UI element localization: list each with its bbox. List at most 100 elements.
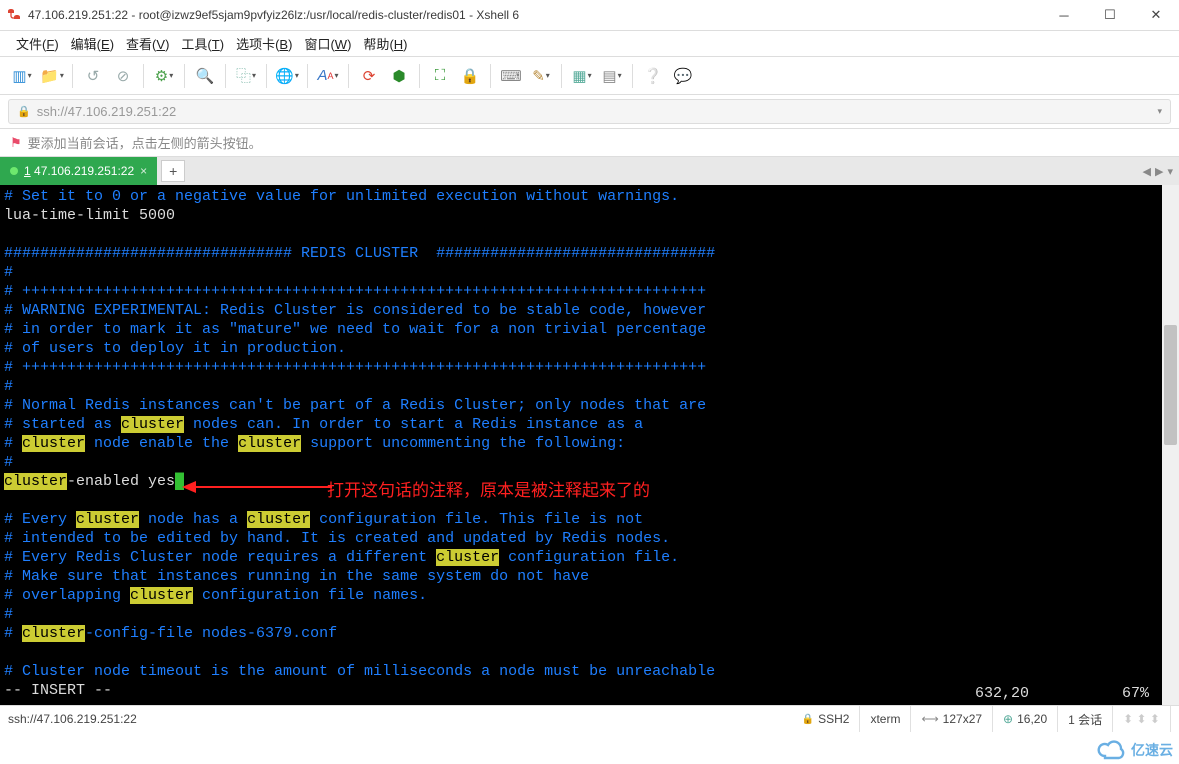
hl-cluster: cluster [121, 416, 184, 433]
tile-icon[interactable]: ▦▾ [568, 62, 596, 90]
highlight-icon[interactable]: ✎▾ [527, 62, 555, 90]
terminal-scrollbar[interactable] [1162, 185, 1179, 705]
separator [490, 64, 491, 88]
addressbar: 🔒 ssh://47.106.219.251:22 ▾ [0, 95, 1179, 129]
tab-number: 1 [24, 164, 31, 178]
profile-icon[interactable]: ⚙▾ [150, 62, 178, 90]
address-url: ssh://47.106.219.251:22 [37, 104, 177, 119]
tab-menu-icon[interactable]: ▾ [1167, 165, 1173, 178]
vim-status-pos: 632,20 [975, 684, 1029, 703]
tab-add-button[interactable]: + [161, 160, 185, 182]
copy-icon[interactable]: ⿻▾ [232, 62, 260, 90]
minimize-button[interactable]: ─ [1041, 0, 1087, 30]
separator [419, 64, 420, 88]
term-line: configuration file. This file is not [310, 511, 643, 528]
term-line: node enable the [85, 435, 238, 452]
session-tab-1[interactable]: 1 47.106.219.251:22 × [0, 157, 157, 185]
statusbar: ssh://47.106.219.251:22 🔒SSH2 xterm ⟷ 12… [0, 705, 1179, 732]
hl-cluster: cluster [130, 587, 193, 604]
status-proto: 🔒SSH2 [792, 706, 861, 732]
reconnect-icon[interactable]: ↺ [79, 62, 107, 90]
status-cursor: ⊕ 16,20 [993, 706, 1058, 732]
term-line: # ++++++++++++++++++++++++++++++++++++++… [4, 359, 706, 376]
window-title: 47.106.219.251:22 - root@izwz9ef5sjam9pv… [28, 8, 1041, 22]
term-line: configuration file names. [193, 587, 427, 604]
search-icon[interactable]: 🔍 [191, 62, 219, 90]
vim-status-pct: 67% [1122, 684, 1149, 703]
terminal-cursor: █ [175, 473, 184, 490]
term-line: # [4, 435, 22, 452]
address-field[interactable]: 🔒 ssh://47.106.219.251:22 ▾ [8, 99, 1171, 124]
font-icon[interactable]: AA▾ [314, 62, 342, 90]
term-line: # started as [4, 416, 121, 433]
menubar: 文件(F) 编辑(E) 查看(V) 工具(T) 选项卡(B) 窗口(W) 帮助(… [0, 31, 1179, 57]
term-line: # ++++++++++++++++++++++++++++++++++++++… [4, 283, 706, 300]
xshell-red-icon[interactable]: ⟳ [355, 62, 383, 90]
fullscreen-icon[interactable]: ⛶ [426, 62, 454, 90]
status-caps: ⬍ ⬍ ⬍ [1113, 706, 1171, 732]
menu-view[interactable]: 查看(V) [126, 34, 169, 53]
open-icon[interactable]: 📁▾ [38, 62, 66, 90]
titlebar: 47.106.219.251:22 - root@izwz9ef5sjam9pv… [0, 0, 1179, 31]
menu-tabs[interactable]: 选项卡(B) [236, 34, 292, 53]
layout-icon[interactable]: ▤▾ [598, 62, 626, 90]
term-line: lua-time-limit 5000 [4, 207, 175, 224]
new-session-icon[interactable]: ▥▾ [8, 62, 36, 90]
term-line: # [4, 264, 13, 281]
separator [143, 64, 144, 88]
tab-nav: ◀ ▶ ▾ [1143, 157, 1173, 185]
scrollbar-thumb[interactable] [1164, 325, 1177, 445]
hl-cluster: cluster [247, 511, 310, 528]
disconnect-icon[interactable]: ⊘ [109, 62, 137, 90]
xshell-green-icon[interactable]: ⬢ [385, 62, 413, 90]
hintbar: ⚑ 要添加当前会话，点击左侧的箭头按钮。 [0, 129, 1179, 157]
term-line: # [4, 454, 13, 471]
term-line: node has a [139, 511, 247, 528]
tab-status-icon [10, 167, 18, 175]
hl-cluster: cluster [76, 511, 139, 528]
menu-window[interactable]: 窗口(W) [304, 34, 351, 53]
term-line: # [4, 625, 22, 642]
watermark-text: 亿速云 [1131, 740, 1173, 760]
window-controls: ─ ☐ ✕ [1041, 0, 1179, 30]
hl-cluster: cluster [436, 549, 499, 566]
help-icon[interactable]: ❔ [639, 62, 667, 90]
hint-flag-icon: ⚑ [10, 135, 22, 151]
term-line: # intended to be edited by hand. It is c… [4, 530, 670, 547]
terminal-area: # Set it to 0 or a negative value for un… [0, 185, 1179, 705]
keyboard-icon[interactable]: ⌨ [497, 62, 525, 90]
hl-cluster: cluster [22, 435, 85, 452]
tab-prev-icon[interactable]: ◀ [1143, 165, 1151, 178]
tab-label: 47.106.219.251:22 [34, 164, 134, 178]
app-logo-icon [6, 7, 22, 23]
lock-icon: 🔒 [17, 105, 31, 118]
separator [632, 64, 633, 88]
menu-file[interactable]: 文件(F) [16, 34, 59, 53]
term-line: # Every Redis Cluster node requires a di… [4, 549, 436, 566]
tabbar: 1 47.106.219.251:22 × + ◀ ▶ ▾ [0, 157, 1179, 185]
term-line: # [4, 606, 13, 623]
tab-next-icon[interactable]: ▶ [1155, 165, 1163, 178]
status-term: xterm [860, 706, 911, 732]
term-line: # of users to deploy it in production. [4, 340, 346, 357]
lock-icon[interactable]: 🔒 [456, 62, 484, 90]
term-line: # Every [4, 511, 76, 528]
maximize-button[interactable]: ☐ [1087, 0, 1133, 30]
menu-edit[interactable]: 编辑(E) [71, 34, 114, 53]
term-line: support uncommenting the following: [301, 435, 625, 452]
menu-tools[interactable]: 工具(T) [181, 34, 224, 53]
globe-icon[interactable]: 🌐▾ [273, 62, 301, 90]
hint-text: 要添加当前会话，点击左侧的箭头按钮。 [28, 133, 262, 152]
tab-close-icon[interactable]: × [140, 164, 147, 178]
term-line: # in order to mark it as "mature" we nee… [4, 321, 706, 338]
watermark: 亿速云 [1097, 739, 1173, 761]
close-button[interactable]: ✕ [1133, 0, 1179, 30]
separator [225, 64, 226, 88]
terminal[interactable]: # Set it to 0 or a negative value for un… [0, 185, 1162, 705]
menu-help[interactable]: 帮助(H) [363, 34, 407, 53]
separator [307, 64, 308, 88]
term-line: -config-file nodes-6379.conf [85, 625, 337, 642]
address-dropdown-icon[interactable]: ▾ [1151, 106, 1162, 117]
chat-icon[interactable]: 💬 [669, 62, 697, 90]
lock-icon: 🔒 [802, 714, 814, 725]
